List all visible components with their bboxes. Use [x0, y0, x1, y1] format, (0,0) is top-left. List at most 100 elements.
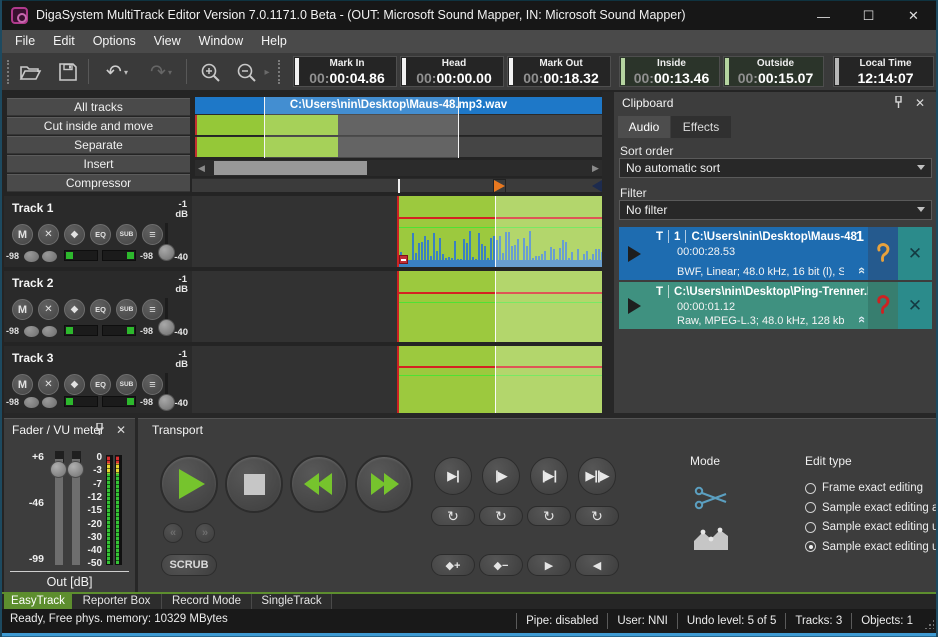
delete-clip-button[interactable]: ✕	[898, 282, 932, 329]
tool-button-cut-inside-and-move[interactable]: Cut inside and move	[7, 117, 190, 135]
track-lane[interactable]	[192, 196, 602, 267]
close-icon[interactable]: ✕	[113, 423, 129, 437]
clip-fade-handle[interactable]	[399, 255, 408, 264]
scissors-mode-icon[interactable]	[694, 485, 728, 516]
diamond-button[interactable]: ◆	[64, 374, 85, 395]
undo-button[interactable]: ↶▾	[98, 58, 136, 86]
tab-record-mode[interactable]: Record Mode	[162, 594, 252, 609]
step-button-4[interactable]: ▶||▶	[578, 457, 616, 495]
track-fader-knob[interactable]	[158, 244, 175, 261]
project-overview[interactable]: C:\Users\nin\Desktop\Maus-48.mp3.wav	[195, 97, 602, 158]
sub-button[interactable]: SUB	[116, 299, 137, 320]
skip-back-button[interactable]: «	[163, 523, 183, 543]
edit-type-option-1[interactable]: Frame exact editing	[805, 482, 938, 494]
menu-button[interactable]: ≡	[142, 299, 163, 320]
scrollbar-thumb[interactable]	[214, 161, 367, 175]
scroll-right-arrow[interactable]: ▶	[589, 160, 602, 176]
filter-select[interactable]: No filter	[619, 200, 932, 220]
menu-file[interactable]: File	[6, 30, 44, 53]
track-pan-button[interactable]	[42, 251, 57, 262]
radio-button[interactable]	[805, 483, 816, 494]
pin-icon[interactable]	[890, 96, 906, 110]
panel-splitter[interactable]	[602, 92, 614, 418]
edit-type-option-4[interactable]: Sample exact editing us	[805, 541, 938, 553]
track-fader-knob[interactable]	[158, 319, 175, 336]
tool-button-all-tracks[interactable]: All tracks	[7, 98, 190, 116]
menu-options[interactable]: Options	[84, 30, 145, 53]
edit-type-option-2[interactable]: Sample exact editing at	[805, 502, 938, 514]
menu-button[interactable]: ≡	[142, 224, 163, 245]
nudge-left-button[interactable]: ◀	[575, 554, 619, 576]
pin-icon[interactable]	[91, 423, 107, 437]
close-icon[interactable]: ✕	[912, 96, 928, 110]
clipboard-item[interactable]: T C:\Users\nin\Desktop\Ping-Trenner.M 00…	[619, 282, 932, 329]
rewind-button[interactable]	[290, 455, 348, 513]
track-pan-button[interactable]	[42, 397, 57, 408]
loop-button-1[interactable]: ↻	[431, 506, 475, 526]
menu-help[interactable]: Help	[252, 30, 296, 53]
tab-singletrack[interactable]: SingleTrack	[252, 594, 332, 609]
loop-button-4[interactable]: ↻	[575, 506, 619, 526]
tab-audio[interactable]: Audio	[618, 116, 670, 138]
track-pan-button[interactable]	[42, 326, 57, 337]
resize-grip[interactable]	[924, 619, 934, 629]
prelisten-ear-icon[interactable]	[868, 282, 898, 329]
menu-edit[interactable]: Edit	[44, 30, 84, 53]
eq-button[interactable]: EQ	[90, 374, 111, 395]
close-button[interactable]: ✕	[891, 1, 936, 31]
play-clip-button[interactable]	[619, 227, 651, 280]
play-clip-button[interactable]	[619, 282, 651, 329]
menu-view[interactable]: View	[145, 30, 190, 53]
mute-button[interactable]: M	[12, 299, 33, 320]
horizontal-scrollbar[interactable]: ◀ ▶	[195, 160, 602, 176]
eq-button[interactable]: EQ	[90, 224, 111, 245]
menu-window[interactable]: Window	[190, 30, 252, 53]
envelope-mode-icon[interactable]	[692, 523, 730, 556]
output-fader-knob-right[interactable]	[67, 461, 84, 478]
track-fader-knob[interactable]	[158, 394, 175, 411]
playhead-marker[interactable]	[398, 179, 400, 193]
edit-type-option-3[interactable]: Sample exact editing us	[805, 521, 938, 533]
nudge-right-button[interactable]: ▶	[527, 554, 571, 576]
zoom-out-button[interactable]	[232, 58, 260, 86]
tab-effects[interactable]: Effects	[671, 116, 731, 138]
menu-button[interactable]: ≡	[142, 374, 163, 395]
play-button[interactable]	[160, 455, 218, 513]
cross-button[interactable]: ✕	[38, 299, 59, 320]
track-lane[interactable]	[192, 271, 602, 342]
mute-button[interactable]: M	[12, 224, 33, 245]
redo-button[interactable]: ↷▾	[142, 58, 180, 86]
mute-button[interactable]: M	[12, 374, 33, 395]
tool-button-separate[interactable]: Separate	[7, 136, 190, 154]
scroll-left-arrow[interactable]: ◀	[195, 160, 208, 176]
audio-clip[interactable]	[397, 271, 602, 342]
save-button[interactable]	[54, 58, 82, 86]
track-pan-button[interactable]	[24, 251, 39, 262]
delete-clip-button[interactable]: ✕	[898, 227, 932, 280]
fast-forward-button[interactable]	[355, 455, 413, 513]
collapse-chevron-icon[interactable]: «	[855, 316, 868, 323]
title-bar[interactable]: DigaSystem MultiTrack Editor Version 7.0…	[2, 0, 936, 30]
stop-button[interactable]	[225, 455, 283, 513]
track-pan-button[interactable]	[24, 397, 39, 408]
zoom-in-button[interactable]	[196, 58, 224, 86]
prelisten-ear-icon[interactable]	[868, 227, 898, 280]
audio-clip[interactable]	[397, 196, 602, 267]
skip-forward-button[interactable]: »	[195, 523, 215, 543]
overview-selection[interactable]	[264, 97, 459, 158]
tab-reporter-box[interactable]: Reporter Box	[72, 594, 162, 609]
cross-button[interactable]: ✕	[38, 374, 59, 395]
audio-clip[interactable]	[397, 346, 602, 413]
diamond-button[interactable]: ◆	[64, 224, 85, 245]
minimize-button[interactable]: —	[801, 1, 846, 31]
maximize-button[interactable]: ☐	[846, 1, 891, 31]
sort-order-select[interactable]: No automatic sort	[619, 158, 932, 178]
loop-button-3[interactable]: ↻	[527, 506, 571, 526]
toolbar-drag-handle-2[interactable]	[278, 60, 281, 84]
toolbar-drag-handle[interactable]	[7, 60, 10, 84]
remove-marker-button[interactable]: ◆−	[479, 554, 523, 576]
track-pan-button[interactable]	[24, 326, 39, 337]
tool-button-compressor[interactable]: Compressor	[7, 174, 190, 192]
orange-position-marker[interactable]	[494, 180, 505, 192]
tool-button-insert[interactable]: Insert	[7, 155, 190, 173]
